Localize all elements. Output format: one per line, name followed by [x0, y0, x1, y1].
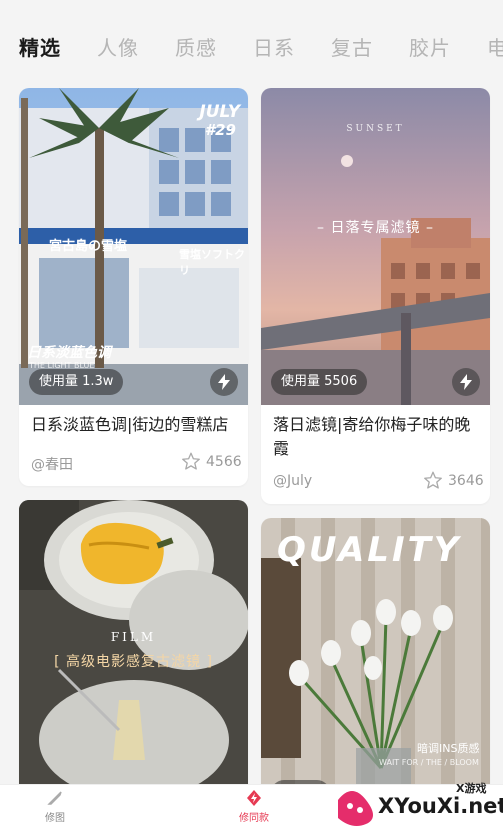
card-thumbnail: SUNSET – 日落专属滤镜 – 使用量 5506 — [261, 88, 490, 405]
filter-card[interactable]: SUNSET – 日落专属滤镜 – 使用量 5506 落日滤镜|寄给你梅子味的晚… — [261, 88, 490, 504]
style-caption: 暗调INS质感 — [417, 742, 480, 755]
like-count: 4566 — [206, 454, 242, 470]
star-icon[interactable] — [423, 471, 443, 490]
style-caption: – 日落专属滤镜 – — [317, 220, 434, 236]
style-caption: [ 高级电影感复古滤镜 ] — [54, 654, 213, 670]
card-author[interactable]: @July — [273, 473, 312, 489]
card-title: 日系淡蓝色调|街边的雪糕店 — [31, 415, 229, 434]
tab-japanese[interactable]: 日系 — [253, 32, 295, 61]
card-thumbnail: QUALITY 暗调INS质感 WAIT FOR / THE / BLOOM 使… — [261, 518, 490, 800]
style-caption: 日系淡蓝色调 — [27, 345, 111, 361]
tab-featured[interactable]: 精选 — [19, 32, 61, 61]
filter-card[interactable]: JULY #29 宮古島の雪塩 雪塩ソフトクリ 日系淡蓝色调 THE LIGHT… — [19, 88, 248, 486]
card-author[interactable]: @春田 — [31, 454, 73, 474]
lightning-icon[interactable] — [452, 368, 480, 396]
filter-card[interactable]: FILM [ 高级电影感复古滤镜 ] — [19, 500, 248, 800]
site-watermark: X游戏 XYouXi.net — [332, 770, 503, 831]
nav-modify-same[interactable]: 修同款 — [219, 789, 289, 824]
shop-sign-2: 雪塩ソフトクリ — [179, 248, 245, 277]
card-thumbnail: JULY #29 宮古島の雪塩 雪塩ソフトクリ 日系淡蓝色调 THE LIGHT… — [19, 88, 248, 405]
film-label: FILM — [110, 630, 157, 644]
category-tabs: 精选 人像 质感 日系 复古 胶片 电 — [0, 0, 503, 84]
tab-texture[interactable]: 质感 — [175, 32, 217, 61]
usage-badge: 使用量 5506 — [271, 369, 368, 395]
nav-edit-label: 修图 — [45, 813, 65, 824]
tab-more[interactable]: 电 — [487, 32, 503, 61]
date-number-overlay: #29 — [204, 121, 236, 139]
lightning-icon[interactable] — [210, 368, 238, 396]
sunset-label: SUNSET — [346, 124, 405, 134]
star-icon[interactable] — [181, 452, 201, 471]
style-caption-sub: WAIT FOR / THE / BLOOM — [379, 758, 479, 767]
card-thumbnail: FILM [ 高级电影感复古滤镜 ] — [19, 500, 248, 800]
like-count: 3646 — [448, 473, 484, 489]
quality-label: QUALITY — [277, 530, 462, 570]
pepper-photo — [19, 500, 248, 800]
card-title: 落日滤镜|寄给你梅子味的晚霞 — [273, 415, 471, 458]
filter-card[interactable]: QUALITY 暗调INS质感 WAIT FOR / THE / BLOOM 使… — [261, 518, 490, 800]
watermark-text: XYouXi.net — [378, 794, 503, 818]
tab-portrait[interactable]: 人像 — [97, 32, 139, 61]
magic-icon — [247, 790, 261, 806]
nav-modify-same-label: 修同款 — [239, 813, 269, 824]
shop-sign: 宮古島の雪塩 — [49, 239, 128, 254]
tab-film[interactable]: 胶片 — [409, 32, 451, 61]
usage-badge: 使用量 1.3w — [29, 369, 124, 395]
nav-edit[interactable]: 修图 — [20, 789, 90, 824]
tab-retro[interactable]: 复古 — [331, 32, 373, 61]
date-overlay: JULY — [199, 102, 240, 122]
brush-icon — [47, 791, 62, 805]
sunset-photo — [261, 88, 490, 405]
